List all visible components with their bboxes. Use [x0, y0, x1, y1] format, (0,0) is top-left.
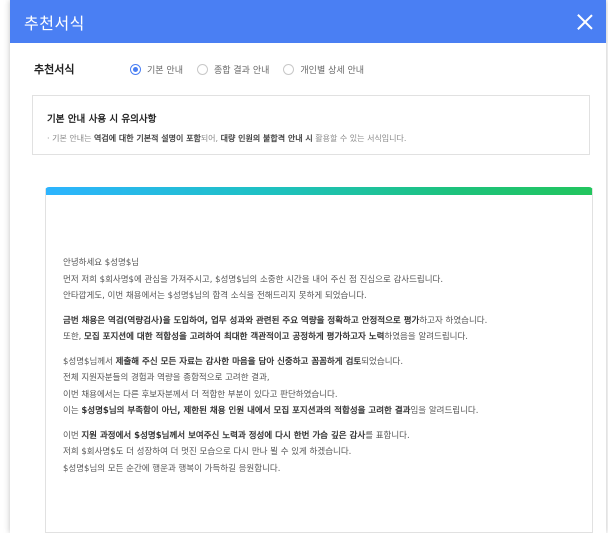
- letter-line: 이번 지원 과정에서 $성명$님께서 보여주신 노력과 정성에 다시 한번 가슴…: [63, 428, 583, 445]
- letter-bold-text: $성명$님의 부족함이 아닌, 제한된 채용 인원 내에서 모집 포지션과의 적…: [81, 406, 411, 416]
- letter-text: 또한,: [63, 332, 85, 342]
- letter-text: 되었습니다.: [361, 356, 404, 367]
- letter-line: $성명$님의 모든 순간에 행운과 행복이 가득하길 응원합니다.: [63, 463, 281, 474]
- letter-bold-text: 금번 채용은 역검(역량검사)을 도입하여, 업무 성과와 관련된 주요 역량을…: [63, 315, 420, 326]
- radio-individual-detail-label: 개인별 상세 안내: [300, 65, 365, 76]
- letter-line: 이는 $성명$님의 부족함이 아닌, 제한된 채용 인원 내에서 모집 포지션과…: [63, 403, 583, 420]
- letter-paragraph: 이번 지원 과정에서 $성명$님께서 보여주신 노력과 정성에 다시 한번 가슴…: [63, 428, 583, 478]
- letter-paragraph: 금번 채용은 역검(역량검사)을 도입하여, 업무 성과와 관련된 주요 역량을…: [63, 313, 583, 346]
- notice-text-bold1: 역검에 대한 기본적 설명이 포함: [93, 134, 201, 143]
- modal-title: 추천서식: [24, 13, 85, 33]
- radio-overall-result-label: 종합 결과 안내: [213, 65, 270, 76]
- letter-greeting: 안녕하세요 $성명$님: [63, 258, 140, 268]
- letter-line: 또한, 모집 포지션에 대한 적합성을 고려하여 최대한 객관적이고 공정하게 …: [63, 329, 583, 346]
- notice-text-mid: 되어,: [200, 134, 221, 143]
- letter-text: $성명$님께서: [63, 356, 116, 367]
- letter-paragraph: $성명$님께서 제출해 주신 모든 자료는 감사한 마음을 담아 신중하고 꼼꼼…: [63, 354, 583, 420]
- letter-line: 금번 채용은 역검(역량검사)을 도입하여, 업무 성과와 관련된 주요 역량을…: [63, 313, 583, 330]
- notice-text-bold2: 대량 인원의 불합격 안내 시: [220, 134, 313, 143]
- template-radio-group: 기본 안내 종합 결과 안내 개인별 상세 안내: [130, 63, 364, 76]
- radio-checked-icon[interactable]: [130, 63, 141, 75]
- radio-individual-detail[interactable]: 개인별 상세 안내: [283, 63, 364, 76]
- letter-line: 먼저 저희 $회사명$에 관심을 가져주시고, $성명$님의 소중한 시간을 내…: [63, 274, 444, 285]
- letter-line: 안타깝게도, 이번 채용에서는 $성명$님의 합격 소식을 전해드리지 못하게 …: [63, 291, 367, 301]
- letter-text: 하였음을 알려드립니다.: [384, 332, 468, 342]
- letter-line: 전체 지원자분들의 경험과 역량을 종합적으로 고려한 결과,: [63, 373, 270, 383]
- radio-unchecked-icon[interactable]: [283, 63, 295, 75]
- letter-line: 저희 $회사명$도 더 성장하여 더 멋진 모습으로 다시 만나 뵐 수 있게 …: [63, 447, 352, 457]
- notice-text: · 기본 안내는 역검에 대한 기본적 설명이 포함되어, 대량 인원의 불합격…: [47, 133, 575, 144]
- letter-text: 이번: [63, 430, 82, 441]
- letter-text: 임을 알려드립니다.: [410, 406, 479, 416]
- template-selector-label: 추천서식: [34, 63, 75, 76]
- close-icon[interactable]: [576, 13, 594, 31]
- usage-notice: 기본 안내 사용 시 유의사항 · 기본 안내는 역검에 대한 기본적 설명이 …: [32, 95, 590, 155]
- letter-bold-text: 모집 포지션에 대한 적합성을 고려하여 최대한 객관적이고 공정하게 평가하고…: [84, 332, 385, 342]
- radio-basic-notice-label: 기본 안내: [147, 65, 183, 76]
- notice-text-prefix: · 기본 안내는: [47, 134, 94, 143]
- radio-overall-result[interactable]: 종합 결과 안내: [196, 63, 270, 76]
- letter-text: 하고자 하였습니다.: [419, 315, 488, 326]
- letter-text: 를 표합니다.: [365, 430, 410, 441]
- modal-header: 추천서식: [10, 0, 606, 43]
- letter-paragraph: 안녕하세요 $성명$님 먼저 저희 $회사명$에 관심을 가져주시고, $성명$…: [63, 255, 583, 305]
- letter-line: 이번 채용에서는 다른 후보자분께서 더 적합한 부분이 있다고 판단하였습니다…: [63, 389, 338, 400]
- template-selector-row: 추천서식 기본 안내 종합 결과 안내 개인별 상세 안내: [10, 43, 606, 95]
- letter-bold-text: 제출해 주신 모든 자료는 감사한 마음을 담아 신중하고 꼼꼼하게 검토: [115, 356, 362, 367]
- letter-text: 이는: [63, 406, 82, 416]
- letter-line: $성명$님께서 제출해 주신 모든 자료는 감사한 마음을 담아 신중하고 꼼꼼…: [63, 354, 583, 371]
- letter-content[interactable]: 안녕하세요 $성명$님 먼저 저희 $회사명$에 관심을 가져주시고, $성명$…: [63, 255, 583, 485]
- radio-basic-notice[interactable]: 기본 안내: [130, 63, 183, 76]
- radio-unchecked-icon[interactable]: [196, 63, 208, 75]
- notice-text-suffix: 활용할 수 있는 서식입니다.: [312, 134, 407, 143]
- notice-title: 기본 안내 사용 시 유의사항: [47, 114, 157, 125]
- letter-bold-text: 지원 과정에서 $성명$님께서 보여주신 노력과 정성에 다시 한번 가슴 깊은…: [81, 430, 366, 441]
